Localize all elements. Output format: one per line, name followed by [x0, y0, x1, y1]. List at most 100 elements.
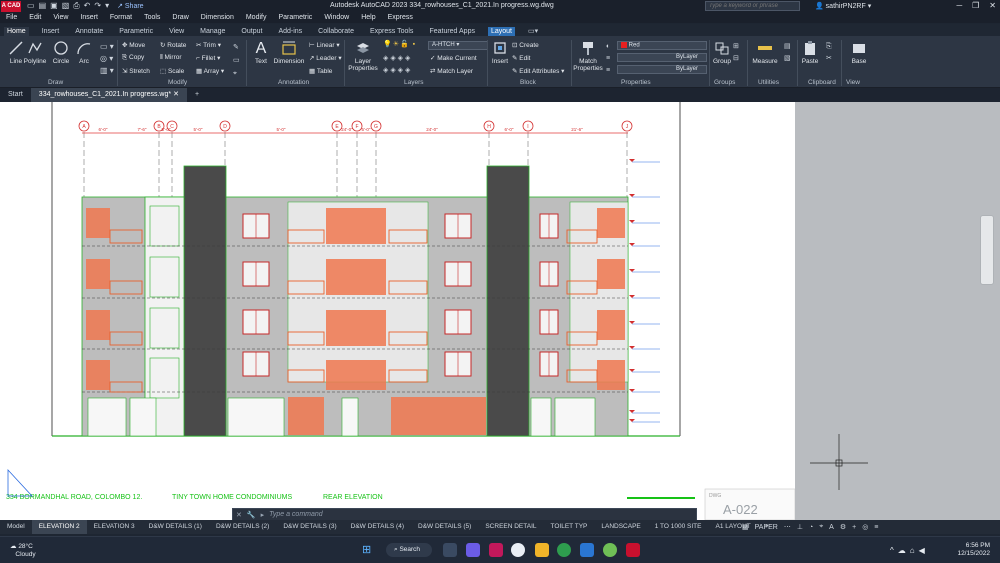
layer-tool-icons[interactable]: ◈ ◈ ◈ ◈ ◈ ◈ ◈ ◈ — [383, 53, 410, 77]
customize-command-icon[interactable]: 🔧 — [247, 511, 256, 519]
layout-tab-dw-5[interactable]: D&W DETAILS (5) — [411, 520, 478, 534]
lineweight-dropdown[interactable]: ByLayer — [617, 65, 707, 74]
drawing-tab[interactable]: 334_rowhouses_C1_2021.In progress.wg* ✕ — [30, 88, 187, 102]
start-icon[interactable]: ⊞ — [362, 543, 376, 557]
autocad-logo[interactable]: A CAD — [1, 0, 21, 12]
utilities-panel-title[interactable]: Utilities — [758, 79, 779, 86]
layout-tab-dw-2[interactable]: D&W DETAILS (2) — [209, 520, 276, 534]
close-icon[interactable]: ✕ — [989, 1, 996, 10]
layout-tab-landscape[interactable]: LANDSCAPE — [594, 520, 647, 534]
draw-panel-title[interactable]: Draw — [48, 79, 63, 86]
clock-app-icon[interactable] — [511, 543, 525, 557]
tab-insert[interactable]: Insert — [39, 27, 63, 36]
maps-icon[interactable] — [603, 543, 617, 557]
menu-dimension[interactable]: Dimension — [201, 14, 234, 21]
draw-small-icons[interactable]: ▭ ▾ ◎ ▾ ▥ ▾ — [100, 41, 114, 77]
layout-tab-elevation-3[interactable]: ELEVATION 3 — [87, 520, 142, 534]
menu-modify[interactable]: Modify — [246, 14, 267, 21]
layout-tab-elevation-2[interactable]: ELEVATION 2 — [31, 520, 87, 534]
tab-home[interactable]: Home — [4, 27, 29, 36]
menu-parametric[interactable]: Parametric — [278, 14, 312, 21]
new-tab-icon[interactable]: + — [187, 88, 207, 102]
leader-button[interactable]: ↗ Leader ▾ — [309, 54, 342, 62]
rotate-button[interactable]: ↻ Rotate — [160, 41, 186, 49]
search-input[interactable] — [705, 1, 800, 11]
taskview-icon[interactable] — [443, 543, 457, 557]
store-icon[interactable] — [580, 543, 594, 557]
dimension-button[interactable]: Dimension — [272, 40, 306, 65]
utility-icons[interactable]: ▤ ▧ — [784, 41, 791, 65]
close-tab-icon[interactable]: ✕ — [173, 91, 179, 98]
menu-format[interactable]: Format — [110, 14, 132, 21]
polar-icon[interactable]: ◔ — [809, 524, 813, 531]
menu-window[interactable]: Window — [324, 14, 349, 21]
copy-button[interactable]: ⎘ Copy — [122, 54, 144, 62]
color-dropdown[interactable]: Red — [617, 41, 707, 50]
system-clock[interactable]: 6:56 PM 12/15/2022 — [957, 542, 990, 558]
menu-insert[interactable]: Insert — [80, 14, 98, 21]
file-explorer-icon[interactable] — [535, 543, 549, 557]
tab-manage[interactable]: Manage — [197, 27, 228, 36]
edit-attributes-button[interactable]: ✎ Edit Attributes ▾ — [512, 67, 564, 75]
model-space-area[interactable] — [795, 102, 1000, 520]
drawing-canvas[interactable]: ABCDEFGHIJ 6'-0" 7'-6" 5'-0" 5'-0" 5'-0" 24'-… — [0, 102, 1000, 521]
minimize-icon[interactable]: ─ — [956, 1, 962, 10]
new-icon[interactable]: ▭ — [27, 1, 35, 11]
customization-icon[interactable]: ≡ — [874, 524, 878, 531]
save-icon[interactable]: ▣ — [50, 1, 58, 11]
modify-panel-title[interactable]: Modify — [168, 79, 187, 86]
block-panel-title[interactable]: Block — [520, 79, 536, 86]
menu-draw[interactable]: Draw — [172, 14, 188, 21]
layer-dropdown[interactable]: A-HTCH ▾ — [428, 41, 488, 50]
view-panel-title[interactable]: View — [846, 79, 860, 86]
group-tool-icons[interactable]: ⊞ ⊟ — [733, 41, 743, 71]
command-input[interactable]: Type a command — [269, 511, 323, 518]
menu-tools[interactable]: Tools — [144, 14, 160, 21]
weather-widget[interactable]: ☁ 28°C Cloudy — [10, 543, 36, 559]
groups-panel-title[interactable]: Groups — [714, 79, 735, 86]
ribbon-toggle-icon[interactable]: ▭▾ — [525, 26, 541, 36]
start-tab[interactable]: Start — [0, 88, 31, 102]
saveas-icon[interactable]: ▧ — [62, 1, 70, 11]
tab-collaborate[interactable]: Collaborate — [315, 27, 357, 36]
layout-tab-model[interactable]: Model — [0, 520, 32, 534]
undo-icon[interactable]: ↶ — [84, 1, 91, 11]
layout-tab-site[interactable]: 1 TO 1000 SITE — [648, 520, 709, 534]
layout-tab-dw-1[interactable]: D&W DETAILS (1) — [142, 520, 209, 534]
system-tray[interactable]: ^☁⌂◀ — [890, 546, 929, 555]
workspace-gear-icon[interactable]: ⚙ — [840, 523, 846, 531]
fillet-button[interactable]: ⌐ Fillet ▾ — [196, 54, 220, 62]
tab-output[interactable]: Output — [238, 27, 265, 36]
chrome-icon[interactable] — [557, 543, 571, 557]
isolate-icon[interactable]: ◎ — [862, 523, 868, 531]
snap-icon[interactable]: ⋯ — [784, 523, 791, 531]
clipboard-icons[interactable]: ⎘ ✂ — [826, 41, 832, 65]
redo-icon[interactable]: ↷ — [94, 1, 101, 11]
measure-button[interactable]: Measure — [749, 40, 781, 65]
teams-icon[interactable] — [466, 543, 480, 557]
layers-panel-title[interactable]: Layers — [404, 79, 424, 86]
workspace-icon[interactable]: ▾ — [105, 1, 109, 11]
layout-tab-screen-detail[interactable]: SCREEN DETAIL — [478, 520, 543, 534]
plot-icon[interactable]: ⎙ — [73, 1, 79, 11]
create-block-button[interactable]: ⊡ Create — [512, 41, 539, 49]
add-icon[interactable]: + — [852, 524, 856, 531]
paper-space-toggle[interactable]: PAPER — [755, 524, 778, 531]
paste-button[interactable]: Paste — [795, 40, 825, 65]
autocad-taskbar-icon[interactable] — [626, 543, 640, 557]
properties-panel-title[interactable]: Properties — [621, 79, 651, 86]
table-button[interactable]: ▦ Table — [309, 67, 332, 75]
clipboard-panel-title[interactable]: Clipboard — [808, 79, 836, 86]
base-button[interactable]: Base — [843, 40, 875, 65]
layout-tab-toilet-typ[interactable]: TOILET TYP — [544, 520, 595, 534]
modify-extra-icons[interactable]: ✎ ▭ ⌖ — [233, 41, 240, 80]
osnap-icon[interactable]: ⌖ — [819, 523, 823, 531]
tab-annotate[interactable]: Annotate — [72, 27, 106, 36]
menu-express[interactable]: Express — [388, 14, 413, 21]
menu-help[interactable]: Help — [361, 14, 375, 21]
tab-featured-apps[interactable]: Featured Apps — [426, 27, 478, 36]
scale-button[interactable]: ⬚ Scale — [160, 67, 184, 75]
linetype-dropdown[interactable]: ByLayer — [617, 53, 707, 62]
menu-view[interactable]: View — [53, 14, 68, 21]
layer-state-icons[interactable]: 💡☀🔓 ▪ — [383, 40, 416, 48]
